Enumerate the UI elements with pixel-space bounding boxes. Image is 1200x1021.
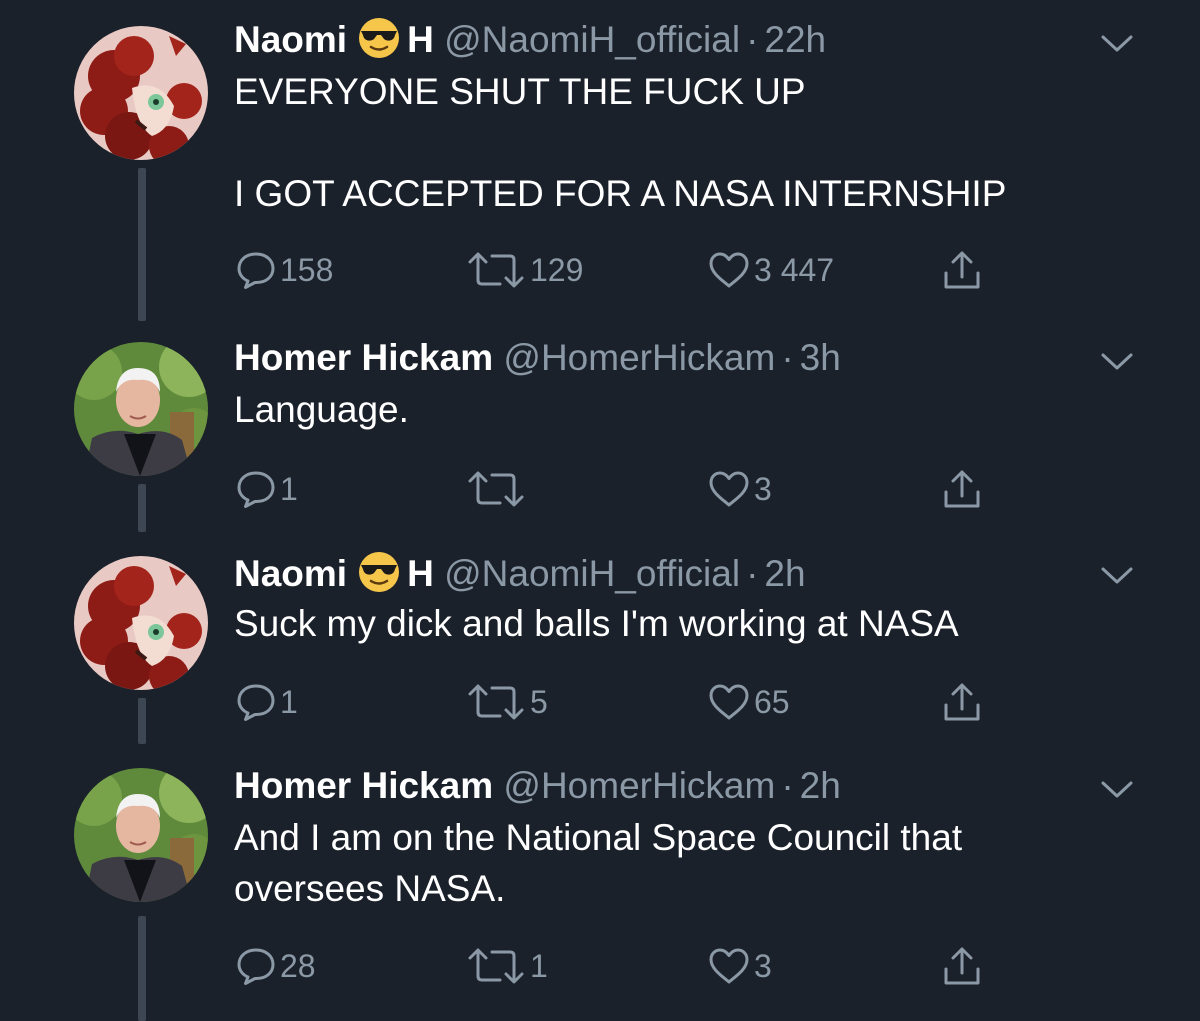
retweet-icon: [466, 682, 526, 722]
display-name[interactable]: Naomi: [234, 19, 347, 60]
tweet-actions: 158 129 3 447: [0, 250, 1200, 290]
user-handle[interactable]: @NaomiH_official: [444, 553, 740, 594]
separator: ·: [746, 553, 759, 594]
reply-icon: [236, 250, 276, 290]
tweet[interactable]: Homer Hickam @HomerHickam · 2h And I am on…: [0, 764, 1200, 1021]
timestamp[interactable]: 3h: [800, 337, 841, 378]
reply-button[interactable]: 1: [236, 469, 298, 509]
cartoon-character-avatar-icon: [74, 26, 208, 160]
tweet-text: EVERYONE SHUT THE FUCK UP I GOT ACCEPTED…: [234, 71, 1007, 214]
tweet-header: Naomi H @NaomiH_official · 2h: [234, 550, 806, 596]
reply-count: 1: [280, 470, 298, 507]
retweet-button[interactable]: [466, 469, 530, 509]
tweet-actions: 1 5 65: [0, 682, 1200, 722]
display-name[interactable]: Homer Hickam: [234, 337, 493, 378]
retweet-icon: [466, 469, 526, 509]
retweet-count: 5: [530, 683, 548, 720]
photo-avatar-icon: [74, 768, 208, 902]
user-handle[interactable]: @HomerHickam: [503, 337, 775, 378]
heart-icon: [708, 469, 750, 509]
share-button[interactable]: [942, 946, 986, 986]
avatar[interactable]: [74, 342, 208, 476]
tweet-header: Naomi H @NaomiH_official · 22h: [234, 16, 826, 62]
like-button[interactable]: 3: [708, 946, 772, 986]
share-button[interactable]: [942, 469, 986, 509]
retweet-icon: [466, 250, 526, 290]
retweet-button[interactable]: 129: [466, 250, 583, 290]
like-button[interactable]: 65: [708, 682, 790, 722]
display-name[interactable]: Naomi: [234, 553, 347, 594]
tweet-actions: 1 3: [0, 469, 1200, 509]
avatar[interactable]: [74, 26, 208, 160]
separator: ·: [746, 19, 759, 60]
reply-button[interactable]: 28: [236, 946, 316, 986]
display-name-suffix[interactable]: H: [407, 553, 434, 594]
tweet[interactable]: Naomi H @NaomiH_official · 22h EVERYONE SHU…: [0, 16, 1200, 321]
like-count: 3 447: [754, 251, 835, 288]
heart-icon: [708, 946, 750, 986]
reply-count: 28: [280, 947, 316, 984]
tweet-text: Suck my dick and balls I'm working at NA…: [234, 603, 959, 644]
heart-icon: [708, 682, 750, 722]
retweet-icon: [466, 946, 526, 986]
timestamp[interactable]: 22h: [764, 19, 826, 60]
tweet-header: Homer Hickam @HomerHickam · 2h: [234, 764, 841, 808]
like-count: 3: [754, 947, 772, 984]
reply-icon: [236, 469, 276, 509]
separator: ·: [781, 765, 794, 806]
user-handle[interactable]: @NaomiH_official: [444, 19, 740, 60]
share-button[interactable]: [942, 250, 986, 290]
share-button[interactable]: [942, 682, 986, 722]
tweet[interactable]: Homer Hickam @HomerHickam · 3h Language. 1…: [0, 336, 1200, 532]
tweet[interactable]: Naomi H @NaomiH_official · 2h Suck my dick …: [0, 550, 1200, 750]
photo-avatar-icon: [74, 342, 208, 476]
tweet-actions: 28 1 3: [0, 946, 1200, 986]
timestamp[interactable]: 2h: [800, 765, 841, 806]
avatar[interactable]: [74, 556, 208, 690]
reply-icon: [236, 946, 276, 986]
like-count: 65: [754, 683, 790, 720]
like-button[interactable]: 3 447: [708, 250, 834, 290]
reply-button[interactable]: 158: [236, 250, 333, 290]
share-icon: [942, 249, 982, 291]
retweet-button[interactable]: 1: [466, 946, 548, 986]
share-icon: [942, 945, 982, 987]
timestamp[interactable]: 2h: [764, 553, 805, 594]
avatar[interactable]: [74, 768, 208, 902]
thread-line: [138, 168, 146, 321]
chevron-down-icon[interactable]: [1100, 34, 1134, 54]
reply-count: 1: [280, 683, 298, 720]
chevron-down-icon[interactable]: [1100, 780, 1134, 800]
cartoon-character-avatar-icon: [74, 556, 208, 690]
tweet-header: Homer Hickam @HomerHickam · 3h: [234, 336, 841, 380]
sunglasses-emoji-icon: [357, 16, 401, 60]
separator: ·: [781, 337, 794, 378]
retweet-count: 1: [530, 947, 548, 984]
tweet-text: Language.: [234, 389, 409, 430]
sunglasses-emoji-icon: [357, 550, 401, 594]
reply-count: 158: [280, 251, 334, 288]
reply-button[interactable]: 1: [236, 682, 298, 722]
retweet-button[interactable]: 5: [466, 682, 548, 722]
display-name[interactable]: Homer Hickam: [234, 765, 493, 806]
display-name-suffix[interactable]: H: [407, 19, 434, 60]
like-count: 3: [754, 470, 772, 507]
share-icon: [942, 681, 982, 723]
retweet-count: 129: [530, 251, 584, 288]
chevron-down-icon[interactable]: [1100, 566, 1134, 586]
share-icon: [942, 468, 982, 510]
like-button[interactable]: 3: [708, 469, 772, 509]
chevron-down-icon[interactable]: [1100, 352, 1134, 372]
reply-icon: [236, 682, 276, 722]
tweet-text: And I am on the National Space Council t…: [234, 817, 963, 909]
heart-icon: [708, 250, 750, 290]
user-handle[interactable]: @HomerHickam: [503, 765, 775, 806]
